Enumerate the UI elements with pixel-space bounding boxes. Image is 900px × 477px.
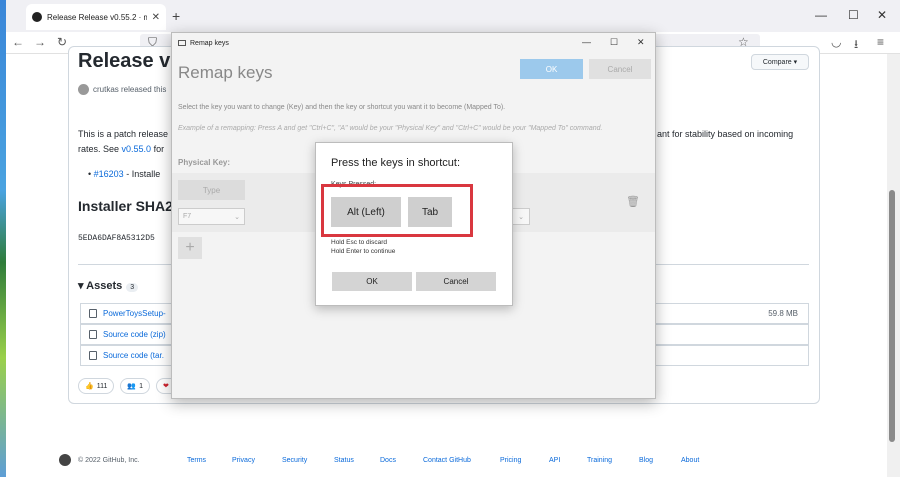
assets-toggle[interactable]: ▾ Assets 3 [78,279,139,292]
package-icon [89,309,97,318]
file-zip-icon [89,351,97,360]
hold-enter-hint: Hold Enter to continue [331,248,396,255]
footer-link-training[interactable]: Training [587,457,612,464]
remap-ok-button[interactable]: OK [520,59,583,79]
footer-link-security[interactable]: Security [282,457,307,464]
assets-label: Assets [86,280,123,292]
new-tab-button[interactable]: + [172,8,180,24]
bullet-item: • #16203 - Installe [88,169,161,179]
footer-link-api[interactable]: API [549,457,560,464]
asset-link[interactable]: Source code (zip) [103,330,166,339]
footer-link-docs[interactable]: Docs [380,457,396,464]
tab-close-icon[interactable]: ✕ [152,12,160,23]
forward-icon[interactable]: → [34,35,46,49]
installer-heading: Installer SHA2 [78,198,173,214]
keyboard-icon [178,40,186,46]
remap-cancel-button[interactable]: Cancel [589,59,651,79]
assets-count: 3 [126,283,139,292]
highlight-box [321,184,473,237]
chevron-down-icon: ⌄ [234,213,240,221]
pocket-icon[interactable]: ◡ [831,35,841,49]
author-text: crutkas released this [93,85,167,94]
dialog-cancel-button[interactable]: Cancel [416,272,496,291]
release-description: This is a patch release [78,129,169,139]
heart-icon: ❤ [162,383,169,390]
remap-maximize-button[interactable]: ☐ [610,37,618,48]
delete-icon[interactable]: 🗑 [626,195,640,208]
remap-minimize-button[interactable]: — [582,37,591,47]
footer-link-privacy[interactable]: Privacy [232,457,255,464]
asset-link[interactable]: PowerToysSetup- [103,309,166,318]
para-prefix: rates. See [78,144,122,154]
github-icon [32,12,42,22]
minimize-button[interactable]: — [815,8,827,22]
type-button[interactable]: Type [178,180,245,200]
desktop-wallpaper-strip [0,0,6,477]
mapped-key-select[interactable]: ⌄ [512,208,530,225]
remap-close-button[interactable]: ✕ [637,37,645,48]
close-window-button[interactable]: ✕ [877,8,887,22]
physical-key-label: Physical Key: [178,158,231,167]
issue-link[interactable]: #16203 [94,169,124,179]
release-description-line2: rates. See v0.55.0 for [78,144,164,154]
menu-icon[interactable]: ≡ [877,35,884,49]
maximize-button[interactable]: ☐ [848,8,859,22]
sha-hash: 5EDA6DAF8A5312D5 [78,234,155,243]
asset-size: 59.8 MB [768,309,798,318]
remap-titlebar: Remap keys — ☐ ✕ [172,33,655,53]
release-description-right: ant for stability based on incoming [657,129,794,139]
release-title: Release v0 [78,50,182,72]
reaction-people[interactable]: 👥 1 [120,378,150,394]
people-icon: 👥 [127,383,137,390]
thumbs-up-icon: 👍 [85,383,94,390]
remap-window-title: Remap keys [190,39,229,47]
physical-key-value: F7 [183,213,192,220]
avatar [78,84,89,95]
reaction-thumbs-up[interactable]: 👍 111 [78,378,115,394]
footer-link-status[interactable]: Status [334,457,354,464]
physical-key-select[interactable]: F7 ⌄ [178,208,245,225]
add-remap-button[interactable]: + [178,237,202,259]
remap-example: Example of a remapping: Press A and get … [178,125,603,132]
compare-button[interactable]: Compare ▾ [751,54,809,70]
chevron-down-icon: ⌄ [518,213,524,221]
footer-link-terms[interactable]: Terms [187,457,206,464]
footer-link-about[interactable]: About [681,457,699,464]
version-link[interactable]: v0.55.0 [122,144,152,154]
scrollbar-thumb[interactable] [889,190,895,442]
bullet-text: - Installe [123,169,161,179]
github-icon[interactable] [59,454,71,466]
download-icon[interactable]: ⭳ [854,35,858,56]
footer-link-pricing[interactable]: Pricing [500,457,521,464]
footer-link-blog[interactable]: Blog [639,457,653,464]
asset-link[interactable]: Source code (tar. [103,351,164,360]
tab-title: Release Release v0.55.2 · micro [47,12,147,22]
reaction-count: 1 [139,382,143,390]
reload-icon[interactable]: ↻ [57,35,67,49]
para-suffix: for [151,144,165,154]
footer-link-contact[interactable]: Contact GitHub [423,457,471,464]
dialog-title: Press the keys in shortcut: [331,157,460,169]
file-zip-icon [89,330,97,339]
back-icon[interactable]: ← [12,35,24,49]
remap-instructions: Select the key you want to change (Key) … [178,104,506,111]
remap-heading: Remap keys [178,63,273,82]
release-author: crutkas released this [78,84,166,95]
browser-tab[interactable]: Release Release v0.55.2 · micro ✕ [26,4,166,30]
hold-esc-hint: Hold Esc to discard [331,239,387,246]
dialog-ok-button[interactable]: OK [332,272,412,291]
reaction-count: 111 [96,382,108,390]
footer-copyright: © 2022 GitHub, Inc. [78,457,140,464]
